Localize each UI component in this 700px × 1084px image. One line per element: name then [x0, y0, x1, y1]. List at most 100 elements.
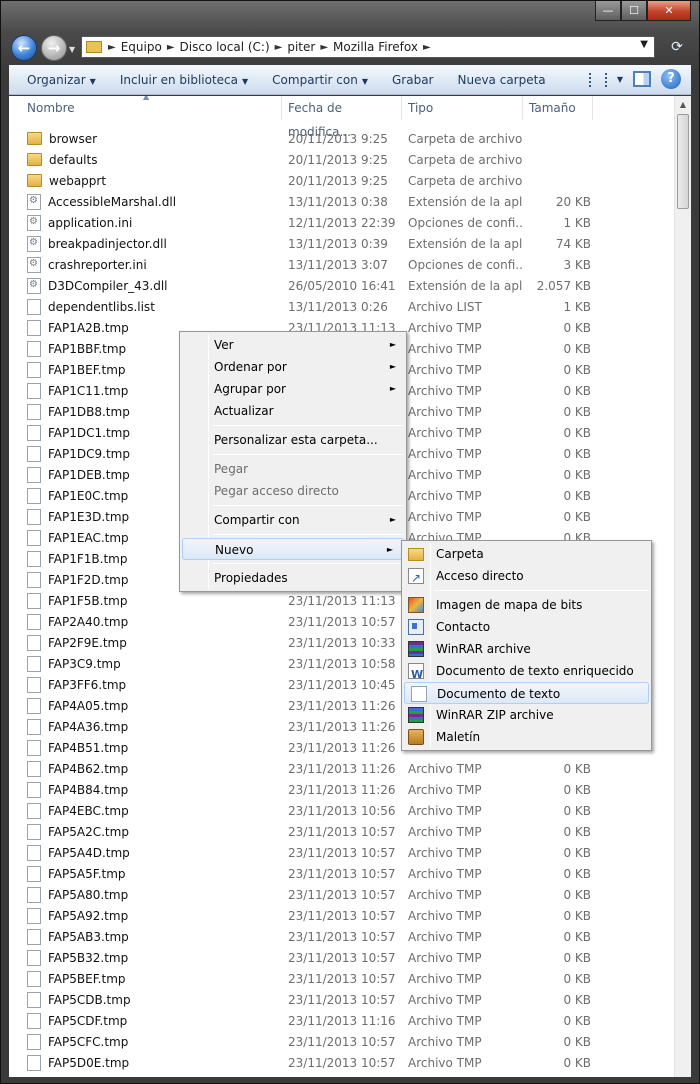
organize-button[interactable]: Organizar ▼: [21, 68, 102, 92]
submenu-item-documento-de-texto-enriquecido[interactable]: Documento de texto enriquecido: [402, 660, 651, 686]
file-name-cell[interactable]: FAP4B62.tmp: [9, 760, 282, 777]
file-name[interactable]: FAP1C11.tmp: [48, 384, 128, 398]
submenu-item-acceso-directo[interactable]: Acceso directo: [402, 565, 651, 589]
file-row[interactable]: FAP4B84.tmp 23/11/2013 11:26 Archivo TMP 0 …: [9, 779, 674, 800]
submenu-item-winrar-zip-archive[interactable]: WinRAR ZIP archive: [402, 704, 651, 726]
file-row[interactable]: FAP5CDF.tmp 23/11/2013 11:16 Archivo TMP 0 …: [9, 1010, 674, 1031]
file-name[interactable]: FAP2F9E.tmp: [48, 636, 127, 650]
file-row[interactable]: dependentlibs.list 13/11/2013 0:26 Archivo…: [9, 296, 674, 317]
breadcrumb-equipo[interactable]: Equipo: [121, 40, 162, 54]
menu-item-personalizar-esta-carpeta[interactable]: Personalizar esta carpeta...: [180, 429, 406, 451]
column-header-size[interactable]: Tamaño: [523, 96, 593, 120]
file-row[interactable]: crashreporter.ini 13/11/2013 3:07 Opciones…: [9, 254, 674, 275]
file-name[interactable]: dependentlibs.list: [48, 300, 155, 314]
file-name-cell[interactable]: FAP5AB3.tmp: [9, 928, 282, 945]
scroll-thumb[interactable]: [677, 114, 689, 209]
file-name-cell[interactable]: FAP5BEF.tmp: [9, 970, 282, 987]
address-dropdown-icon[interactable]: ▼: [640, 39, 648, 50]
file-name-cell[interactable]: breakpadinjector.dll: [9, 235, 282, 252]
file-row[interactable]: defaults 20/11/2013 9:25 Carpeta de archiv…: [9, 149, 674, 170]
file-name[interactable]: FAP1F1B.tmp: [48, 552, 127, 566]
submenu-item-carpeta[interactable]: Carpeta: [402, 543, 651, 565]
chevron-right-icon[interactable]: ►: [320, 42, 328, 53]
file-name[interactable]: D3DCompiler_43.dll: [48, 279, 168, 293]
file-name[interactable]: FAP1E3D.tmp: [48, 510, 129, 524]
file-row[interactable]: FAP5A80.tmp 23/11/2013 10:57 Archivo TMP 0 …: [9, 884, 674, 905]
submenu-item-winrar-archive[interactable]: WinRAR archive: [402, 638, 651, 660]
close-button[interactable]: ✕: [647, 1, 691, 21]
menu-item-agrupar-por[interactable]: Agrupar por ►: [180, 378, 406, 400]
file-name[interactable]: FAP1BBF.tmp: [48, 342, 126, 356]
file-name[interactable]: FAP5A2C.tmp: [48, 825, 129, 839]
breadcrumb-disco-local[interactable]: Disco local (C:): [180, 40, 270, 54]
file-name-cell[interactable]: FAP5CFC.tmp: [9, 1033, 282, 1050]
include-library-button[interactable]: Incluir en biblioteca ▼: [114, 68, 254, 92]
file-name[interactable]: FAP5CFC.tmp: [48, 1035, 128, 1049]
file-name[interactable]: FAP2A40.tmp: [48, 615, 128, 629]
file-name-cell[interactable]: FAP4B84.tmp: [9, 781, 282, 798]
menu-item-actualizar[interactable]: Actualizar: [180, 400, 406, 422]
file-name[interactable]: breakpadinjector.dll: [48, 237, 167, 251]
menu-item-propiedades[interactable]: Propiedades: [180, 567, 406, 589]
address-bar[interactable]: ► Equipo ► Disco local (C:) ► piter ► Mo…: [81, 36, 655, 58]
file-row[interactable]: FAP5A2C.tmp 23/11/2013 10:57 Archivo TMP 0 …: [9, 821, 674, 842]
file-name-cell[interactable]: FAP5A80.tmp: [9, 886, 282, 903]
back-button[interactable]: ←: [11, 35, 37, 61]
file-name[interactable]: FAP1EAC.tmp: [48, 531, 129, 545]
submenu-item-documento-de-texto[interactable]: Documento de texto: [404, 682, 649, 704]
file-row[interactable]: breakpadinjector.dll 13/11/2013 0:39 Exten…: [9, 233, 674, 254]
file-row[interactable]: browser 20/11/2013 9:25 Carpeta de archivo…: [9, 128, 674, 149]
file-name[interactable]: FAP1A2B.tmp: [48, 321, 129, 335]
file-name[interactable]: FAP4A05.tmp: [48, 699, 128, 713]
file-name[interactable]: FAP1DC1.tmp: [48, 426, 130, 440]
file-name-cell[interactable]: crashreporter.ini: [9, 256, 282, 273]
file-name[interactable]: FAP5A80.tmp: [48, 888, 128, 902]
scroll-up-icon[interactable]: ▲: [675, 96, 691, 113]
forward-button[interactable]: →: [41, 35, 67, 61]
file-name[interactable]: FAP3FF6.tmp: [48, 678, 126, 692]
file-name-cell[interactable]: FAP5D0E.tmp: [9, 1054, 282, 1071]
file-name[interactable]: FAP5D0E.tmp: [48, 1056, 129, 1070]
maximize-button[interactable]: ☐: [621, 1, 647, 21]
chevron-right-icon[interactable]: ►: [275, 42, 283, 53]
chevron-right-icon[interactable]: ►: [108, 42, 116, 53]
file-name[interactable]: FAP1F5B.tmp: [48, 594, 127, 608]
file-row[interactable]: FAP5A4D.tmp 23/11/2013 10:57 Archivo TMP 0 …: [9, 842, 674, 863]
file-row[interactable]: FAP5CDB.tmp 23/11/2013 10:57 Archivo TMP 0 …: [9, 989, 674, 1010]
breadcrumb-mozilla-firefox[interactable]: Mozilla Firefox: [333, 40, 418, 54]
file-name[interactable]: FAP4B51.tmp: [48, 741, 128, 755]
file-name[interactable]: webapprt: [49, 174, 106, 188]
file-name[interactable]: FAP5CDB.tmp: [48, 993, 131, 1007]
file-name-cell[interactable]: FAP5CDB.tmp: [9, 991, 282, 1008]
file-row[interactable]: AccessibleMarshal.dll 13/11/2013 0:38 Exte…: [9, 191, 674, 212]
file-name[interactable]: FAP1E0C.tmp: [48, 489, 128, 503]
file-name[interactable]: FAP3C9.tmp: [48, 657, 121, 671]
file-name[interactable]: AccessibleMarshal.dll: [48, 195, 176, 209]
history-dropdown-icon[interactable]: ▼: [69, 45, 75, 54]
file-name[interactable]: FAP1BEF.tmp: [48, 363, 126, 377]
file-name[interactable]: FAP4A36.tmp: [48, 720, 128, 734]
file-name-cell[interactable]: application.ini: [9, 214, 282, 231]
file-name-cell[interactable]: FAP3FF6.tmp: [9, 676, 282, 693]
file-name-cell[interactable]: FAP2A40.tmp: [9, 613, 282, 630]
file-name[interactable]: FAP5BEF.tmp: [48, 972, 126, 986]
file-name-cell[interactable]: webapprt: [9, 174, 282, 188]
file-row[interactable]: application.ini 12/11/2013 22:39 Opciones …: [9, 212, 674, 233]
file-name-cell[interactable]: FAP3C9.tmp: [9, 655, 282, 672]
file-row[interactable]: FAP4EBC.tmp 23/11/2013 10:56 Archivo TMP 0 …: [9, 800, 674, 821]
file-name[interactable]: defaults: [49, 153, 97, 167]
menu-item-ordenar-por[interactable]: Ordenar por ►: [180, 356, 406, 378]
file-name-cell[interactable]: FAP1F5B.tmp: [9, 592, 282, 609]
file-name[interactable]: application.ini: [48, 216, 132, 230]
chevron-down-icon[interactable]: ▼: [617, 75, 623, 84]
file-row[interactable]: FAP4B62.tmp 23/11/2013 11:26 Archivo TMP 0 …: [9, 758, 674, 779]
file-name-cell[interactable]: FAP5A4D.tmp: [9, 844, 282, 861]
file-row[interactable]: FAP5AB3.tmp 23/11/2013 10:57 Archivo TMP 0 …: [9, 926, 674, 947]
menu-item-nuevo[interactable]: Nuevo ►: [182, 538, 404, 560]
file-row[interactable]: FAP5A5F.tmp 23/11/2013 10:57 Archivo TMP 0 …: [9, 863, 674, 884]
refresh-icon[interactable]: ⟳: [667, 39, 687, 57]
change-view-icon[interactable]: [588, 73, 607, 87]
file-name[interactable]: FAP4B62.tmp: [48, 762, 128, 776]
file-name[interactable]: FAP1DC9.tmp: [48, 447, 130, 461]
file-row[interactable]: webapprt 20/11/2013 9:25 Carpeta de archiv…: [9, 170, 674, 191]
